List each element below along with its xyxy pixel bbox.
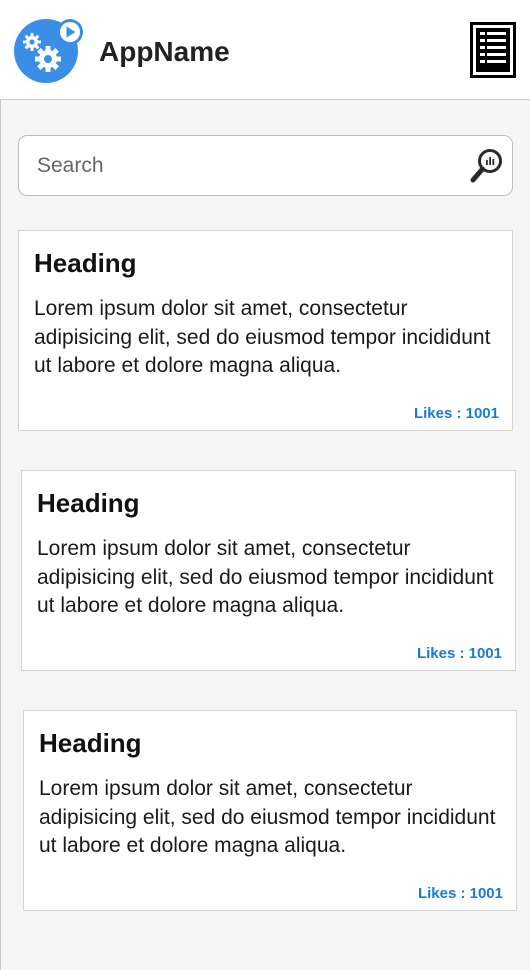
app-header: AppName bbox=[0, 0, 530, 100]
card-body-text: Lorem ipsum dolor sit amet, consectetur … bbox=[34, 297, 491, 377]
card-likes-count[interactable]: Likes : 1001 bbox=[418, 885, 503, 903]
app-name: AppName bbox=[99, 36, 230, 67]
card-body-text: Lorem ipsum dolor sit amet, consectetur … bbox=[39, 777, 496, 857]
content-card[interactable]: Heading Lorem ipsum dolor sit amet, cons… bbox=[21, 470, 516, 671]
search-input[interactable] bbox=[37, 136, 457, 195]
gears-play-logo-icon bbox=[14, 19, 83, 83]
content-card[interactable]: Heading Lorem ipsum dolor sit amet, cons… bbox=[18, 230, 513, 431]
magnifier-chart-icon[interactable] bbox=[470, 148, 504, 184]
card-heading: Heading bbox=[39, 728, 142, 758]
card-heading: Heading bbox=[34, 248, 137, 278]
card-body-text: Lorem ipsum dolor sit amet, consectetur … bbox=[37, 537, 494, 617]
list-menu-icon[interactable] bbox=[470, 22, 516, 78]
card-likes-count[interactable]: Likes : 1001 bbox=[417, 645, 502, 663]
content-card[interactable]: Heading Lorem ipsum dolor sit amet, cons… bbox=[23, 710, 517, 911]
search-bar bbox=[18, 135, 513, 196]
card-heading: Heading bbox=[37, 488, 140, 518]
card-likes-count[interactable]: Likes : 1001 bbox=[414, 405, 499, 423]
